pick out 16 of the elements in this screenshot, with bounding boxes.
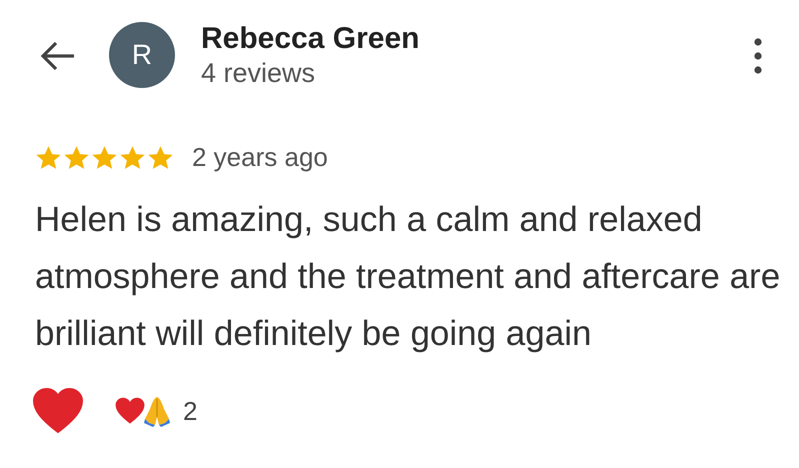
- avatar: R: [109, 22, 175, 88]
- heart-icon: [115, 397, 145, 425]
- reaction-count: 2: [183, 394, 198, 428]
- review-text: Helen is amazing, such a calm and relaxed atmosphere and the treatment and aftercare are brilliant will definitely be going again: [35, 199, 782, 355]
- star-icon: [35, 144, 62, 170]
- back-icon[interactable]: [40, 40, 76, 72]
- star-icon: [119, 144, 146, 170]
- review-time: 2 years ago: [192, 141, 328, 174]
- star-icon: [147, 144, 174, 170]
- more-options-icon[interactable]: [753, 38, 763, 74]
- review-count: 4 reviews: [201, 57, 316, 90]
- praying-hands-icon: [143, 395, 171, 427]
- star-icon: [91, 144, 118, 170]
- heart-icon[interactable]: [33, 388, 83, 434]
- reviewer-name[interactable]: Rebecca Green: [201, 22, 420, 56]
- star-icon: [63, 144, 90, 170]
